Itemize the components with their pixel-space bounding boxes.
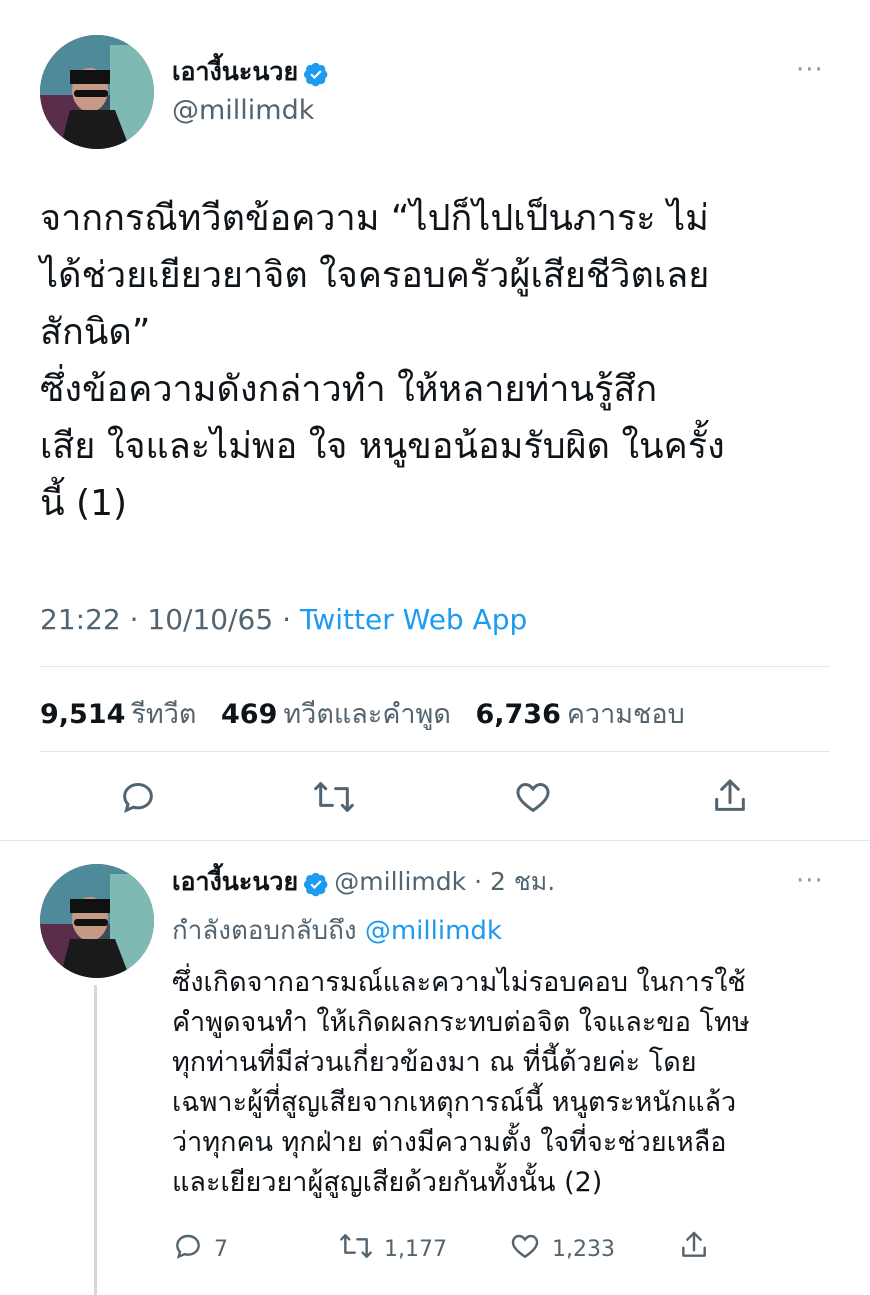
retweet-button[interactable]: 1,177 <box>338 1230 447 1268</box>
tweet-text-line: ซึ่งข้อความดังกล่าวทำ ให้หลายท่านรู้สึก <box>40 369 658 410</box>
like-count: 1,233 <box>552 1236 615 1262</box>
divider <box>40 751 830 752</box>
share-icon <box>710 775 750 823</box>
more-options-icon[interactable]: ··· <box>796 866 824 896</box>
reply-icon <box>172 1230 204 1268</box>
retweet-count[interactable]: 9,514 <box>40 699 125 730</box>
retweet-button[interactable] <box>312 777 356 823</box>
like-button[interactable]: 1,233 <box>508 1230 615 1268</box>
like-button[interactable] <box>512 777 554 823</box>
tweet-age[interactable]: 2 ชม. <box>490 867 555 896</box>
reply-button[interactable]: 7 <box>172 1230 228 1268</box>
reply-text-line: ว่าทุกคน ทุกฝ่าย ต่างมีความตั้ง ใจที่จะช… <box>172 1127 727 1158</box>
more-options-icon[interactable]: ··· <box>796 55 824 85</box>
retweet-count: 1,177 <box>384 1236 447 1262</box>
replying-to: กำลังตอบกลับถึง @millimdk <box>172 910 502 951</box>
share-button[interactable] <box>678 1228 710 1268</box>
heart-icon <box>512 777 554 823</box>
heart-icon <box>508 1230 542 1268</box>
quote-label[interactable]: ทวีตและคำพูด <box>283 699 451 730</box>
tweet-text-line: สักนิด” <box>40 312 151 353</box>
share-button[interactable] <box>710 775 750 823</box>
display-name[interactable]: เอางี้นะนวย <box>172 867 298 896</box>
tweet-meta: 21:22 · 10/10/65 · Twitter Web App <box>40 603 528 636</box>
tweet-text: จากกรณีทวีตข้อความ “ไปก็ไปเป็นภาระ ไม่ ไ… <box>40 190 840 532</box>
reply-text-line: เฉพาะผู้ที่สูญเสียจากเหตุการณ์นี้ หนูตระ… <box>172 1087 737 1118</box>
like-count[interactable]: 6,736 <box>475 699 560 730</box>
replying-to-handle[interactable]: @millimdk <box>365 916 502 946</box>
tweet-text-line: ได้ช่วยเยียวยาจิต ใจครอบครัวผู้เสียชีวิต… <box>40 255 710 296</box>
reply-text-line: และเยียวยาผู้สูญเสียด้วยกันทั้งนั้น (2) <box>172 1167 603 1198</box>
tweet-date[interactable]: 10/10/65 <box>147 603 273 636</box>
share-icon <box>678 1228 710 1268</box>
like-label[interactable]: ความชอบ <box>567 699 685 730</box>
quote-count[interactable]: 469 <box>221 699 277 730</box>
verified-icon <box>303 61 329 91</box>
reply-button[interactable] <box>118 777 158 823</box>
verified-icon <box>303 871 329 901</box>
tweet-text-line: จากกรณีทวีตข้อความ “ไปก็ไปเป็นภาระ ไม่ <box>40 198 709 239</box>
retweet-icon <box>338 1230 374 1268</box>
avatar[interactable] <box>40 35 154 149</box>
replying-to-label: กำลังตอบกลับถึง <box>172 916 357 946</box>
reply-icon <box>118 777 158 823</box>
section-divider <box>0 840 870 841</box>
tweet-text-line: นี้ (1) <box>40 483 128 524</box>
thread-line <box>94 985 97 1295</box>
retweet-icon <box>312 777 356 823</box>
tweet-time[interactable]: 21:22 <box>40 603 121 636</box>
tweet-text-line: เสีย ใจและไม่พอ ใจ หนูขอน้อมรับผิด ในครั… <box>40 426 725 467</box>
handle[interactable]: @millimdk <box>172 95 314 126</box>
reply-tweet-text: ซึ่งเกิดจากอารมณ์และความไม่รอบคอบ ในการใ… <box>172 963 832 1203</box>
display-name[interactable]: เอางี้นะนวย <box>172 57 298 86</box>
reply-count: 7 <box>214 1236 228 1262</box>
divider <box>40 666 830 667</box>
reply-text-line: คำพูดจนทำ ให้เกิดผลกระทบต่อจิต ใจและขอ โ… <box>172 1007 750 1038</box>
handle[interactable]: @millimdk <box>334 867 466 896</box>
reply-text-line: ซึ่งเกิดจากอารมณ์และความไม่รอบคอบ ในการใ… <box>172 967 746 998</box>
author-row: เอางี้นะนวย <box>172 52 329 92</box>
reply-author-row: เอางี้นะนวย @millimdk · 2 ชม. <box>172 862 555 902</box>
reply-text-line: ทุกท่านที่มีส่วนเกี่ยวข้องมา ณ ที่นี้ด้ว… <box>172 1047 697 1078</box>
tweet-stats: 9,514 รีทวีต 469 ทวีตและคำพูด 6,736 ความชอบ <box>40 692 701 735</box>
retweet-label[interactable]: รีทวีต <box>131 699 196 730</box>
avatar[interactable] <box>40 864 154 978</box>
tweet-source-link[interactable]: Twitter Web App <box>300 603 527 636</box>
